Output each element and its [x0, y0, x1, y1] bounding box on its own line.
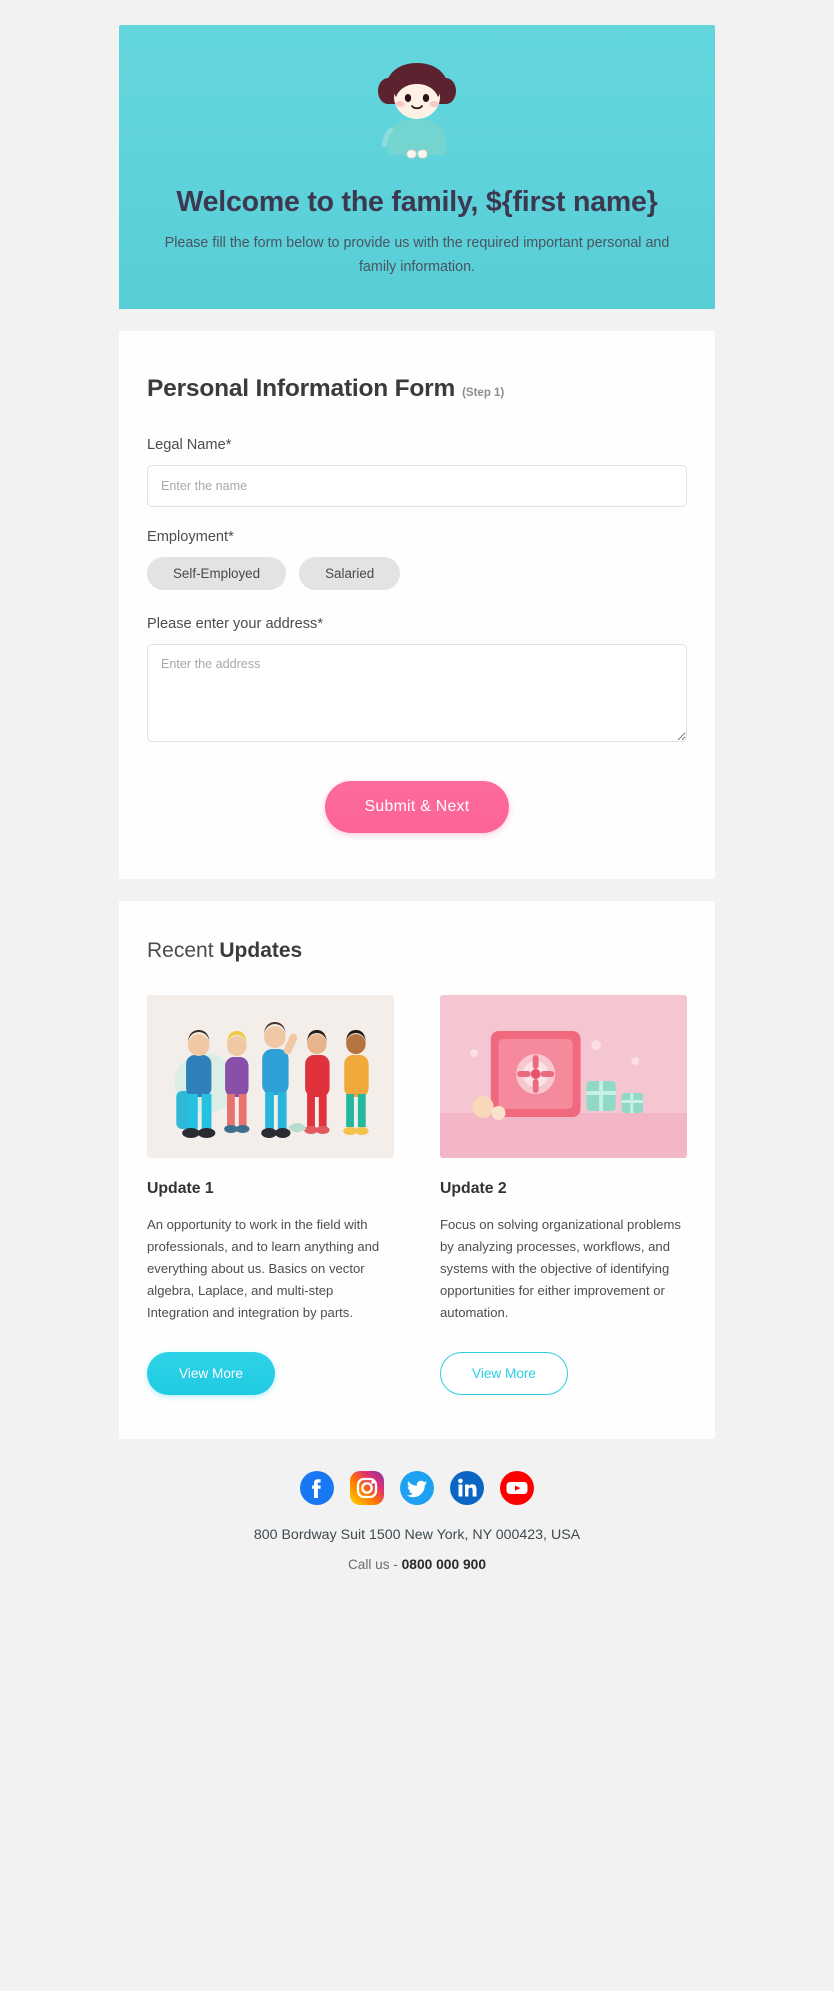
girl-mascot-illustration	[378, 63, 456, 159]
employment-label: Employment*	[147, 529, 234, 546]
hero-title: Welcome to the family, ${first name}	[176, 186, 658, 218]
employment-option-salaried[interactable]: Salaried	[299, 557, 401, 591]
hero-subtitle: Please fill the form below to provide us…	[164, 235, 670, 275]
social-links	[119, 1470, 715, 1505]
section-divider	[119, 879, 715, 902]
personal-information-form-card: Personal Information Form (Step 1) Legal…	[119, 331, 715, 880]
update-2-button-row: View More	[440, 1324, 687, 1395]
facebook-icon[interactable]	[300, 1470, 334, 1505]
legal-name-input[interactable]	[147, 465, 687, 508]
email-page: Welcome to the family, ${first name} Ple…	[0, 0, 834, 1991]
footer-address: 800 Bordway Suit 1500 New York, NY 00042…	[253, 1526, 581, 1543]
employment-option-self-employed[interactable]: Self-Employed	[147, 557, 287, 591]
footer-call-prefix: Call us -	[347, 1556, 402, 1572]
recent-updates-heading-bold: Updates	[219, 939, 303, 963]
address-label: Please enter your address*	[147, 616, 324, 633]
footer: 800 Bordway Suit 1500 New York, NY 00042…	[119, 1438, 715, 1598]
section-divider	[119, 309, 715, 332]
submit-row: Submit & Next	[147, 781, 687, 834]
form-step-indicator: (Step 1)	[462, 387, 505, 400]
submit-next-button[interactable]: Submit & Next	[325, 781, 509, 834]
footer-phone: 0800 000 900	[401, 1556, 487, 1572]
update-1-body: An opportunity to work in the field with…	[147, 1217, 380, 1320]
recent-updates-heading: Recent Updates	[147, 939, 687, 963]
update-card-1: Update 1 An opportunity to work in the f…	[147, 995, 394, 1395]
update-2-title: Update 2	[440, 1180, 507, 1198]
team-people-illustration	[147, 995, 394, 1159]
form-title: Personal Information Form	[147, 375, 456, 403]
form-heading-row: Personal Information Form (Step 1)	[147, 375, 687, 403]
email-container: Welcome to the family, ${first name} Ple…	[119, 25, 715, 1598]
update-1-button-row: View More	[147, 1324, 394, 1395]
hero-header: Welcome to the family, ${first name} Ple…	[119, 25, 715, 310]
update-2-body: Focus on solving organizational problems…	[440, 1217, 681, 1320]
update-1-view-more-button[interactable]: View More	[147, 1351, 275, 1395]
youtube-icon[interactable]	[500, 1470, 534, 1505]
employment-options: Self-Employed Salaried	[147, 557, 687, 591]
update-2-view-more-button[interactable]: View More	[440, 1351, 568, 1395]
footer-call: Call us - 0800 000 900	[119, 1557, 715, 1572]
recent-updates-card: Recent Updates Update 1 An opportunity t…	[119, 901, 715, 1439]
twitter-icon[interactable]	[400, 1470, 434, 1505]
address-textarea[interactable]	[147, 644, 687, 743]
recent-updates-heading-normal: Recent	[147, 939, 220, 963]
update-1-title: Update 1	[147, 1180, 214, 1198]
legal-name-label: Legal Name*	[147, 437, 232, 454]
update-card-2: Update 2 Focus on solving organizational…	[440, 995, 687, 1395]
linkedin-icon[interactable]	[450, 1470, 484, 1505]
updates-grid: Update 1 An opportunity to work in the f…	[147, 995, 687, 1395]
instagram-icon[interactable]	[350, 1470, 384, 1505]
pink-safe-illustration	[440, 995, 687, 1159]
